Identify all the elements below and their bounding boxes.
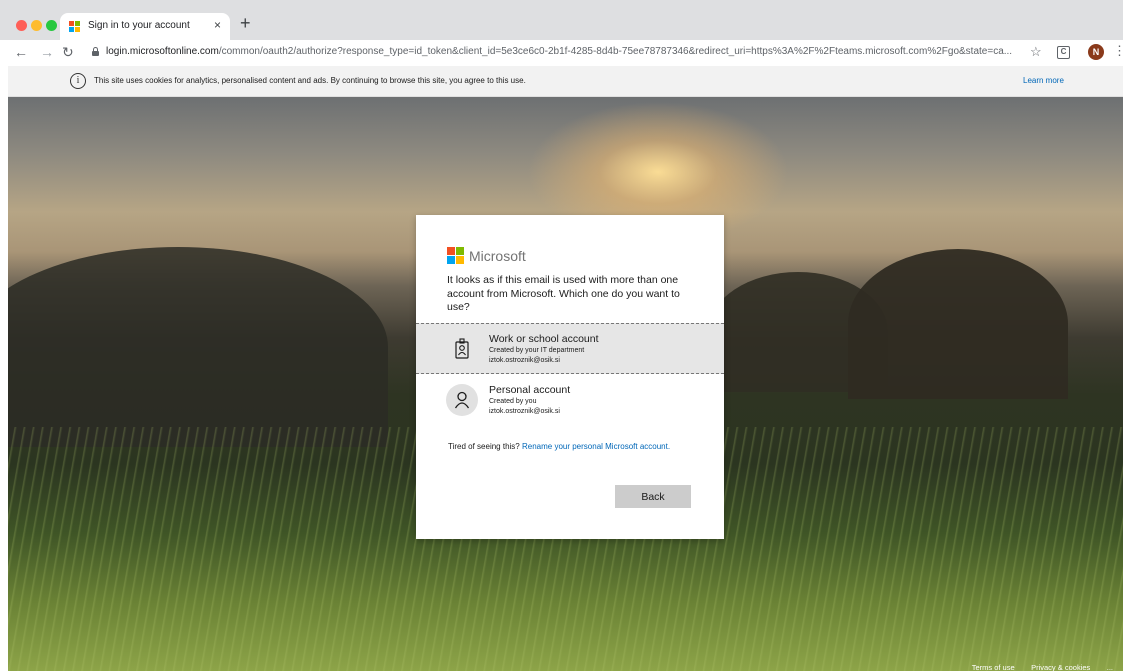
tab-title: Sign in to your account (88, 20, 190, 31)
maximize-window-button[interactable] (46, 20, 57, 31)
microsoft-logo: Microsoft (447, 247, 526, 264)
rename-hint-text: Tired of seeing this? (448, 442, 520, 451)
url-path: /common/oauth2/authorize?response_type=i… (218, 46, 1013, 57)
tab-strip: Sign in to your account × + (0, 0, 1123, 40)
tab-close-icon[interactable]: × (214, 18, 221, 32)
bookmark-star-icon[interactable]: ☆ (1030, 45, 1042, 59)
personal-account-title: Personal account (489, 384, 571, 396)
work-account-option[interactable]: Work or school account Created by your I… (416, 323, 724, 374)
reload-icon[interactable]: ↻ (62, 44, 74, 60)
new-tab-button[interactable]: + (240, 14, 251, 32)
privacy-cookies-link[interactable]: Privacy & cookies (1031, 663, 1090, 671)
close-window-button[interactable] (16, 20, 27, 31)
url-host: login.microsoftonline.com (106, 46, 219, 57)
profile-avatar[interactable]: N (1088, 44, 1104, 60)
minimize-window-button[interactable] (31, 20, 42, 31)
work-account-title: Work or school account (489, 333, 599, 345)
brand-name: Microsoft (469, 247, 526, 264)
footer-more-link[interactable]: ... (1107, 663, 1113, 671)
address-bar[interactable]: login.microsoftonline.com/common/oauth2/… (106, 46, 1018, 57)
tab-sign-in[interactable]: Sign in to your account × (60, 13, 230, 40)
page-footer: Terms of use Privacy & cookies ... (960, 657, 1113, 671)
microsoft-favicon-icon (69, 21, 80, 32)
back-button[interactable]: Back (615, 485, 691, 508)
forward-arrow-icon[interactable]: → (40, 44, 54, 60)
rename-hint: Tired of seeing this? Rename your person… (448, 440, 698, 453)
lock-icon[interactable] (92, 47, 99, 56)
personal-account-email: iztok.ostroznik@osik.si (489, 408, 560, 415)
terms-of-use-link[interactable]: Terms of use (972, 663, 1015, 671)
work-account-subtitle: Created by your IT department (489, 347, 585, 354)
cookie-banner-text: This site uses cookies for analytics, pe… (94, 76, 526, 85)
account-picker-dialog: Microsoft It looks as if this email is u… (416, 215, 724, 539)
browser-window: Sign in to your account × + ← → ↻ login.… (0, 0, 1123, 671)
personal-account-subtitle: Created by you (489, 398, 537, 405)
browser-menu-icon[interactable]: ⋮ (1113, 44, 1123, 58)
back-arrow-icon[interactable]: ← (14, 44, 28, 60)
microsoft-logo-icon (447, 247, 464, 264)
browser-toolbar: ← → ↻ login.microsoftonline.com/common/o… (0, 40, 1123, 66)
badge-icon (446, 333, 478, 365)
cookie-banner: i This site uses cookies for analytics, … (8, 66, 1123, 97)
dialog-heading: It looks as if this email is used with m… (447, 274, 680, 313)
extension-icon[interactable]: C (1057, 46, 1070, 59)
rename-account-link[interactable]: Rename your personal Microsoft account. (522, 442, 670, 451)
info-icon: i (70, 73, 86, 89)
person-icon (446, 384, 478, 416)
personal-account-option[interactable]: Personal account Created by you iztok.os… (416, 375, 724, 426)
work-account-email: iztok.ostroznik@osik.si (489, 357, 560, 364)
learn-more-link[interactable]: Learn more (1023, 76, 1064, 85)
